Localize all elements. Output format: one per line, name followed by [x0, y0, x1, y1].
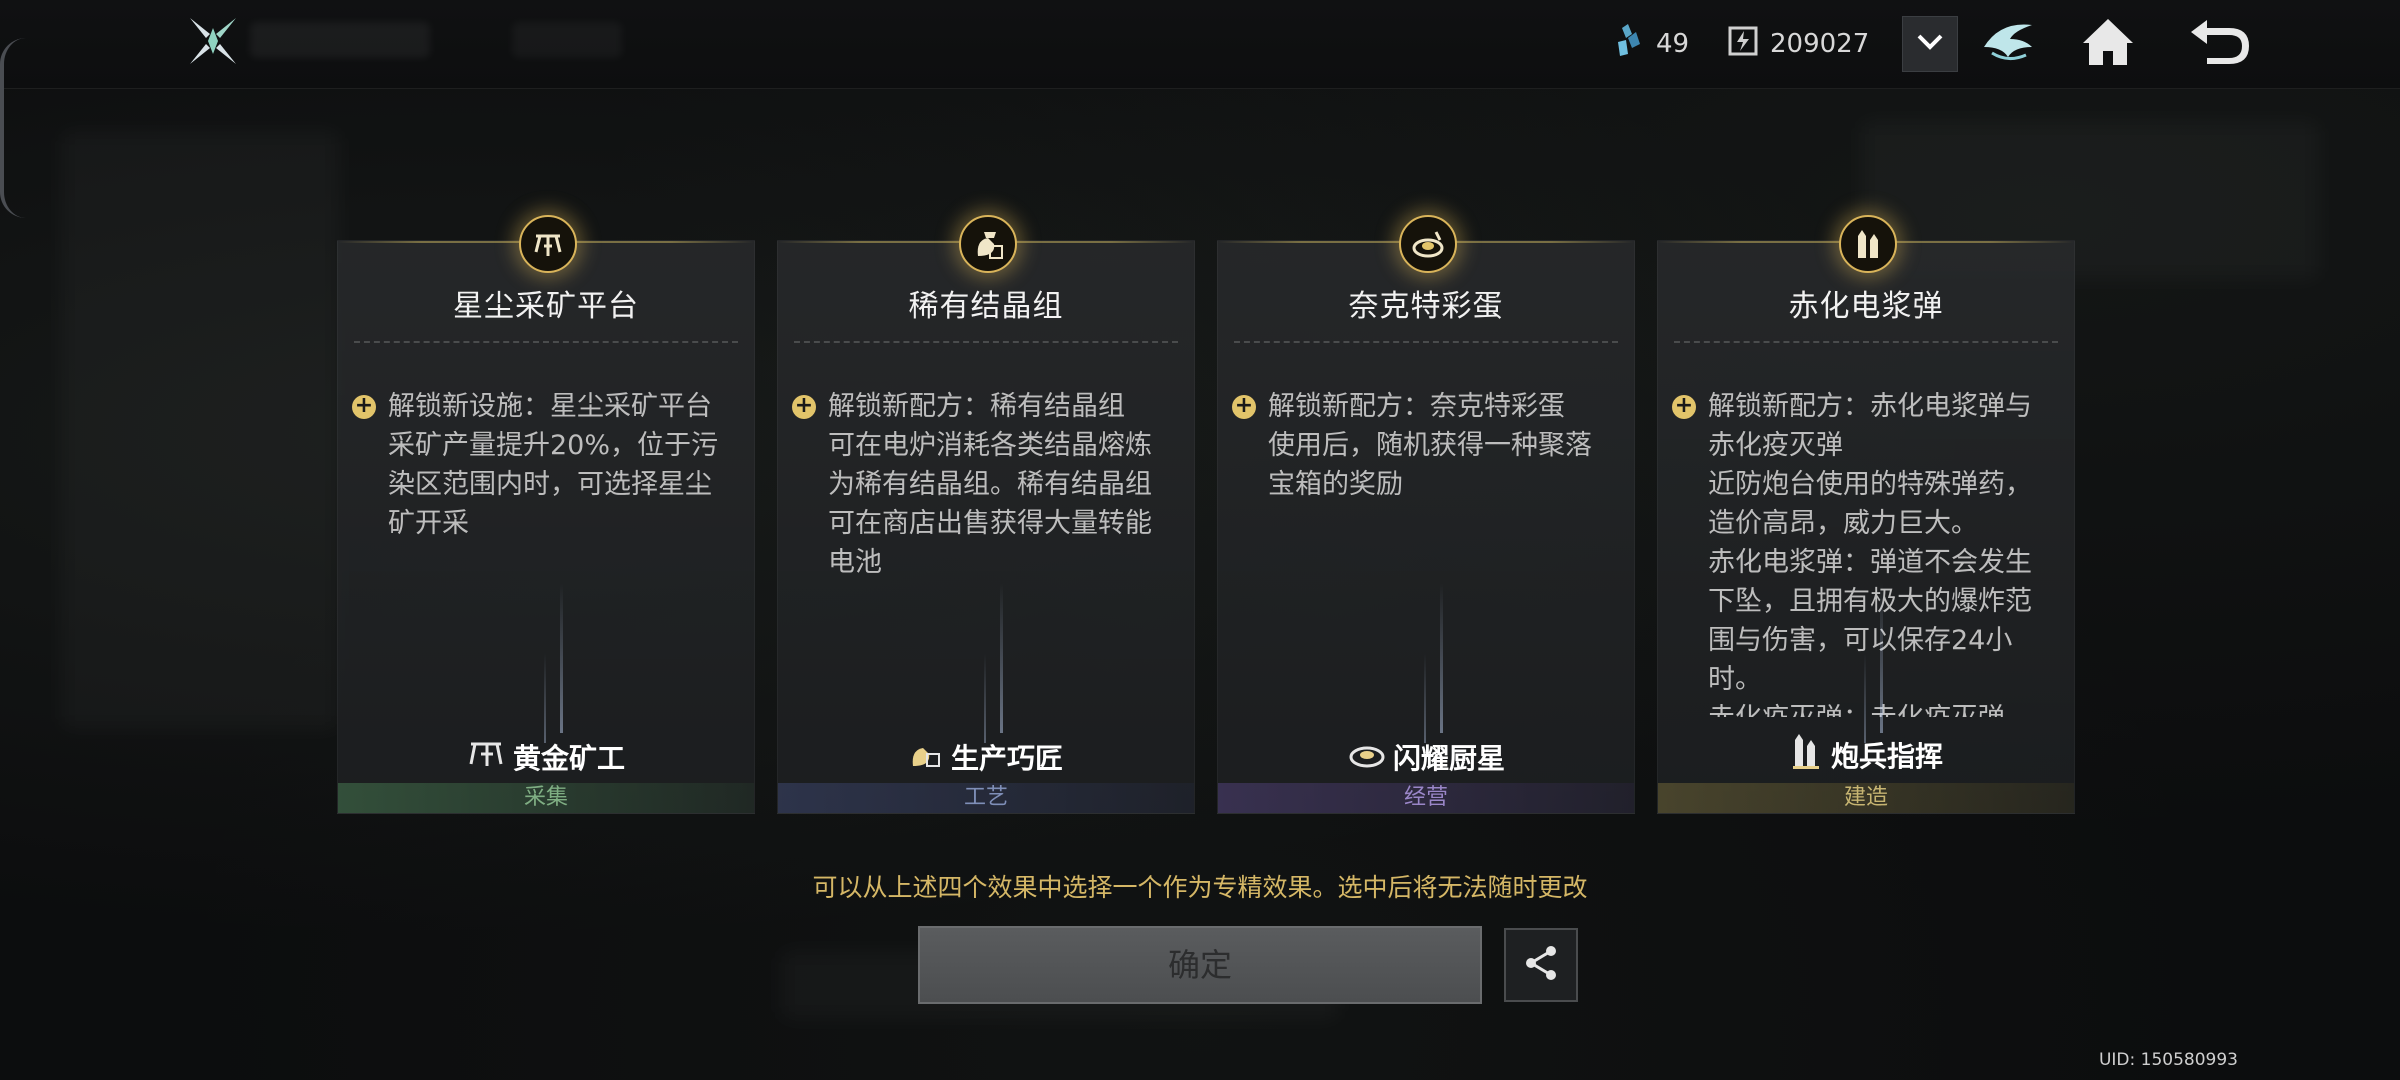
back-button[interactable] — [2188, 12, 2252, 76]
card-title: 稀有结晶组 — [908, 289, 1064, 324]
side-drawer-handle[interactable] — [0, 38, 26, 218]
blurred-subtitle — [512, 22, 622, 58]
egg-dish-icon — [1347, 739, 1387, 776]
category-tag: 采集 — [338, 783, 754, 813]
light-beam — [984, 653, 986, 743]
card-specialty: 生产巧匠 — [778, 736, 1194, 777]
blurred-background-panel — [60, 130, 340, 730]
share-icon — [1521, 943, 1561, 987]
expand-resources-button[interactable] — [1902, 16, 1958, 72]
energy-cell-icon — [1728, 26, 1758, 63]
card-divider — [794, 341, 1178, 343]
share-button[interactable] — [1504, 928, 1578, 1002]
light-beam — [560, 583, 563, 733]
mining-platform-icon — [519, 215, 577, 273]
selection-hint: 可以从上述四个效果中选择一个作为专精效果。选中后将无法随时更改 — [812, 873, 1588, 902]
light-beam — [544, 653, 546, 743]
light-beam — [1424, 653, 1426, 743]
energy-count: 209027 — [1770, 29, 1870, 59]
faction-emblem-button[interactable] — [1976, 12, 2040, 76]
description-line: 采矿产量提升20%，位于污染区范围内时，可选择星尘矿开采 — [388, 430, 719, 539]
description-line: 近防炮台使用的特殊弹药，造价高昂，威力巨大。 — [1708, 469, 2032, 539]
plus-icon: + — [792, 395, 816, 419]
plasma-shell-icon — [1789, 732, 1825, 777]
energy-resource: 209027 — [1728, 24, 1869, 64]
specialty-name: 炮兵指挥 — [1830, 739, 1943, 773]
top-bar: 49 209027 — [0, 0, 2400, 218]
description-line: 解锁新设施：星尘采矿平台 — [388, 391, 712, 422]
crystal-resource: 49 — [1614, 23, 1690, 65]
card-divider — [1674, 341, 2058, 343]
chevron-down-icon — [1917, 33, 1943, 55]
blurred-title — [250, 22, 430, 58]
card-title: 赤化电浆弹 — [1788, 289, 1944, 324]
category-tag: 工艺 — [778, 783, 1194, 813]
card-title: 奈克特彩蛋 — [1348, 289, 1504, 324]
crystal-count: 49 — [1656, 29, 1690, 59]
crystal-shard-icon — [1614, 23, 1644, 65]
description-line: 使用后，随机获得一种聚落宝箱的奖励 — [1268, 430, 1592, 500]
light-beam — [1864, 653, 1866, 743]
card-specialty: 闪耀厨星 — [1218, 737, 1634, 777]
game-logo-icon — [186, 14, 240, 68]
light-beam — [1000, 583, 1003, 733]
egg-dish-icon — [1399, 215, 1457, 273]
home-icon — [2081, 17, 2135, 71]
bird-emblem-icon — [1980, 17, 2036, 71]
crystal-cluster-icon — [959, 215, 1017, 273]
specialty-name: 闪耀厨星 — [1392, 742, 1505, 775]
plus-icon: + — [1672, 395, 1696, 419]
category-tag: 经营 — [1218, 783, 1634, 813]
specialty-name: 生产巧匠 — [950, 741, 1063, 775]
description-line: 解锁新配方：稀有结晶组 — [828, 391, 1125, 422]
specialization-card-mining[interactable]: 星尘采矿平台 + 解锁新设施：星尘采矿平台 采矿产量提升20%，位于污染区范围内… — [337, 215, 755, 814]
specialization-card-egg[interactable]: 奈克特彩蛋 + 解锁新配方：奈克特彩蛋 使用后，随机获得一种聚落宝箱的奖励 闪耀… — [1217, 215, 1635, 814]
crystal-cluster-icon — [909, 736, 945, 777]
home-button[interactable] — [2076, 12, 2140, 76]
specialization-card-plasma[interactable]: 赤化电浆弹 + 解锁新配方：赤化电浆弹与赤化疫灭弹 近防炮台使用的特殊弹药，造价… — [1657, 215, 2075, 814]
specialty-name: 黄金矿工 — [512, 741, 625, 775]
specialization-card-crystal[interactable]: 稀有结晶组 + 解锁新配方：稀有结晶组 可在电炉消耗各类结晶熔炼为稀有结晶组。稀… — [777, 215, 1195, 814]
plus-icon: + — [352, 395, 376, 419]
description-line: 可在电炉消耗各类结晶熔炼为稀有结晶组。稀有结晶组可在商店出售获得大量转能电池 — [828, 430, 1152, 578]
plasma-shell-icon — [1839, 215, 1897, 273]
user-id: UID: 150580993 — [2098, 1050, 2238, 1070]
light-beam — [1880, 583, 1883, 733]
light-beam — [1440, 583, 1443, 733]
back-arrow-icon — [2187, 16, 2253, 72]
description-line: 解锁新配方：奈克特彩蛋 — [1268, 391, 1565, 422]
plus-icon: + — [1232, 395, 1256, 419]
card-specialty: 黄金矿工 — [338, 736, 754, 777]
card-title: 星尘采矿平台 — [453, 289, 639, 324]
confirm-button[interactable]: 确定 — [918, 926, 1482, 1004]
mining-platform-icon — [467, 736, 507, 777]
card-specialty: 炮兵指挥 — [1658, 732, 2074, 777]
card-divider — [1234, 341, 1618, 343]
category-tag: 建造 — [1658, 783, 2074, 813]
description-line: 解锁新配方：赤化电浆弹与赤化疫灭弹 — [1708, 391, 2032, 461]
card-divider — [354, 341, 738, 343]
